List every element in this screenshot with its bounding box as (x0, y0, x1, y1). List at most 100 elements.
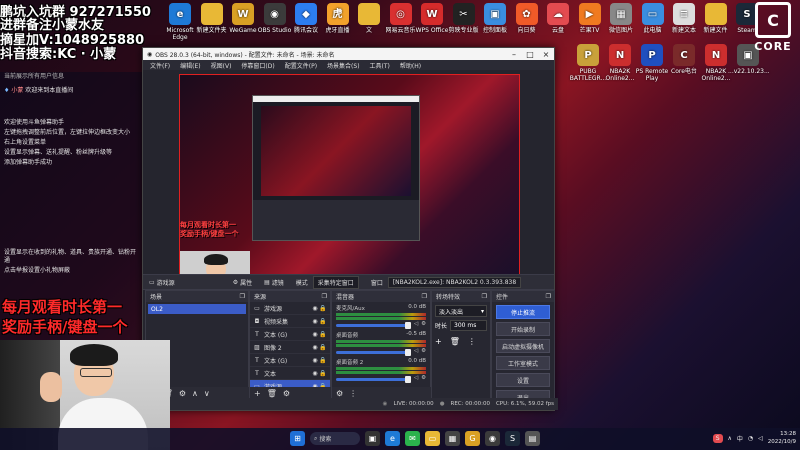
mode-select[interactable]: 采集特定窗口 (312, 275, 359, 289)
lock-icon[interactable]: 🔒 (319, 318, 327, 325)
dock-float-icon[interactable]: ❐ (482, 293, 487, 300)
start-recording-button[interactable]: 开始录制 (496, 322, 550, 336)
eye-icon[interactable]: ◉ (311, 370, 319, 377)
channel-menu-icon[interactable]: ⚙ (421, 321, 426, 327)
lock-icon[interactable]: 🔒 (319, 305, 327, 312)
ime-mode[interactable]: 中 (737, 434, 743, 443)
speaker-icon[interactable]: ◁ (414, 321, 418, 327)
dock-float-icon[interactable]: ❐ (422, 293, 427, 300)
menu-item[interactable]: 工具(T) (365, 61, 395, 70)
app-taskbar-icon[interactable]: ▤ (525, 431, 540, 446)
close-icon[interactable]: × (538, 48, 554, 60)
wechat-taskbar-icon[interactable]: ✉ (405, 431, 420, 446)
settings-button[interactable]: 设置 (496, 373, 550, 387)
wegame-taskbar-icon[interactable]: G (465, 431, 480, 446)
lock-icon[interactable]: 🔒 (319, 331, 327, 338)
sources-dock[interactable]: 来源 ❐ ▭ 游戏源 ◉ 🔒 ◘ 视频采集 ◉ 🔒 T 文本 (G) ◉ 🔒 ▨ 图像 2 ◉ 🔒 T 文本 (G)… (249, 290, 334, 400)
taskbar-search[interactable]: ⌕ 搜索 (310, 432, 360, 445)
channel-menu-icon[interactable]: ⚙ (421, 375, 426, 381)
source-item[interactable]: T 文本 (G) ◉ 🔒 (250, 354, 330, 367)
speaker-icon[interactable]: ◁ (414, 375, 418, 381)
edge-taskbar-icon[interactable]: e (385, 431, 400, 446)
maximize-icon[interactable]: □ (522, 48, 538, 60)
add-source-icon[interactable]: + (254, 389, 261, 398)
studio-mode-button[interactable]: 工作室模式 (496, 356, 550, 370)
source-item[interactable]: T 文本 (G) ◉ 🔒 (250, 328, 330, 341)
wps-icon: W (421, 3, 443, 25)
volume-slider[interactable] (336, 375, 411, 383)
steam-taskbar-icon[interactable]: S (505, 431, 520, 446)
controls-dock[interactable]: 控件❐ 停止推流 开始录制 启动虚拟摄像机 工作室模式 设置 退出 (491, 290, 555, 404)
menu-item[interactable]: 文件(F) (145, 61, 175, 70)
eye-icon[interactable]: ◉ (311, 344, 319, 351)
wifi-icon[interactable]: ◔ (748, 435, 753, 442)
start-virtual-camera-button[interactable]: 启动虚拟摄像机 (496, 339, 550, 353)
transition-select[interactable]: 淡入淡出 ▾ (435, 305, 487, 317)
remove-source-icon[interactable]: 🗑 (267, 389, 277, 398)
transitions-dock[interactable]: 转场特效 ❐ 淡入淡出 ▾ 时长 300 ms + 🗑 ⋮ (431, 290, 491, 400)
stop-streaming-button[interactable]: 停止推流 (496, 305, 550, 319)
current-source-name: 游戏源 (156, 279, 175, 287)
menu-item[interactable]: 配置文件(P) (280, 61, 322, 70)
filters-button[interactable]: ▤ 滤镜 (258, 278, 290, 287)
eye-icon[interactable]: ◉ (311, 318, 319, 325)
minimize-icon[interactable]: – (506, 48, 522, 60)
move-down-icon[interactable]: ∨ (204, 389, 210, 398)
source-item[interactable]: T 文本 ◉ 🔒 (250, 367, 330, 380)
window-select[interactable]: [NBA2KOL2.exe]: NBA2KOL2 0.3.393.838 (387, 276, 522, 288)
scene-item-ol2[interactable]: OL2 (148, 304, 246, 314)
obs-window[interactable]: ◉ OBS 28.0.3 (64-bit, windows) - 配置文件: 未… (142, 47, 558, 411)
volume-slider[interactable] (336, 321, 411, 329)
store-icon[interactable]: ▦ (445, 431, 460, 446)
dock-float-icon[interactable]: ❐ (240, 293, 245, 300)
eye-icon[interactable]: ◉ (311, 357, 319, 364)
source-item[interactable]: ▨ 图像 2 ◉ 🔒 (250, 341, 330, 354)
volume-slider-thumb[interactable] (404, 348, 411, 356)
file-explorer-icon[interactable]: ▭ (425, 431, 440, 446)
chevron-up-icon[interactable]: ∧ (728, 435, 732, 442)
duration-input[interactable]: 300 ms (450, 320, 487, 331)
menu-item[interactable]: 视图(V) (206, 61, 237, 70)
core-logo-mark: C (755, 2, 791, 38)
obs-titlebar[interactable]: ◉ OBS 28.0.3 (64-bit, windows) - 配置文件: 未… (143, 48, 554, 60)
scene-config-icon[interactable]: ⚙ (179, 389, 186, 398)
menu-item[interactable]: 场景集合(S) (322, 61, 365, 70)
rec-time: REC: 00:00:00 (450, 401, 490, 407)
add-transition-icon[interactable]: + (435, 337, 442, 346)
volume-slider-thumb[interactable] (404, 321, 411, 329)
windows-start-icon[interactable]: ⊞ (290, 431, 305, 446)
eye-icon[interactable]: ◉ (311, 305, 319, 312)
mixer-menu-icon[interactable]: ⋮ (349, 389, 357, 398)
transition-menu-icon[interactable]: ⋮ (468, 337, 476, 346)
capcut-icon: ✂ (452, 3, 475, 25)
menu-item[interactable]: 停靠窗口(D) (236, 61, 279, 70)
obs-menubar: 文件(F) 编辑(E) 视图(V) 停靠窗口(D) 配置文件(P) 场景集合(S) 工具(T… (143, 60, 554, 70)
taskbar-apps: ⊞ ⌕ 搜索 ▣ e ✉ ▭ ▦ G ◉ S ▤ (290, 431, 540, 446)
system-clock[interactable]: 13:28 2022/10/9 (768, 430, 796, 446)
dock-float-icon[interactable]: ❐ (546, 293, 551, 300)
dock-float-icon[interactable]: ❐ (322, 293, 327, 300)
menu-item[interactable]: 编辑(E) (175, 61, 205, 70)
remove-transition-icon[interactable]: 🗑 (450, 337, 460, 346)
mixer-config-icon[interactable]: ⚙ (336, 389, 343, 398)
input-method-icon[interactable]: S (712, 433, 723, 443)
volume-slider[interactable] (336, 348, 411, 356)
ps-icon: P (641, 44, 663, 66)
task-view-icon[interactable]: ▣ (365, 431, 380, 446)
source-config-icon[interactable]: ⚙ (283, 389, 290, 398)
properties-button[interactable]: ⚙ 属性 (227, 278, 258, 287)
eye-icon[interactable]: ◉ (311, 331, 319, 338)
source-item[interactable]: ▭ 游戏源 ◉🔒 (250, 302, 330, 315)
lock-icon[interactable]: 🔒 (319, 370, 327, 377)
channel-menu-icon[interactable]: ⚙ (421, 348, 426, 354)
speaker-icon[interactable]: ◁ (414, 348, 418, 354)
lock-icon[interactable]: 🔒 (319, 357, 327, 364)
obs-taskbar-icon[interactable]: ◉ (485, 431, 500, 446)
volume-slider-thumb[interactable] (404, 375, 411, 383)
move-up-icon[interactable]: ∧ (192, 389, 198, 398)
menu-item[interactable]: 帮助(H) (395, 61, 426, 70)
volume-icon[interactable]: ◁ (758, 435, 763, 442)
mixer-dock[interactable]: 混音器 ❐ 麦克风/Aux 0.0 dB ◁ ⚙ 桌面音频 -0.5 dB ◁ ⚙ 桌面音频 20… (331, 290, 434, 400)
source-item[interactable]: ◘ 视频采集 ◉ 🔒 (250, 315, 330, 328)
lock-icon[interactable]: 🔒 (319, 344, 327, 351)
